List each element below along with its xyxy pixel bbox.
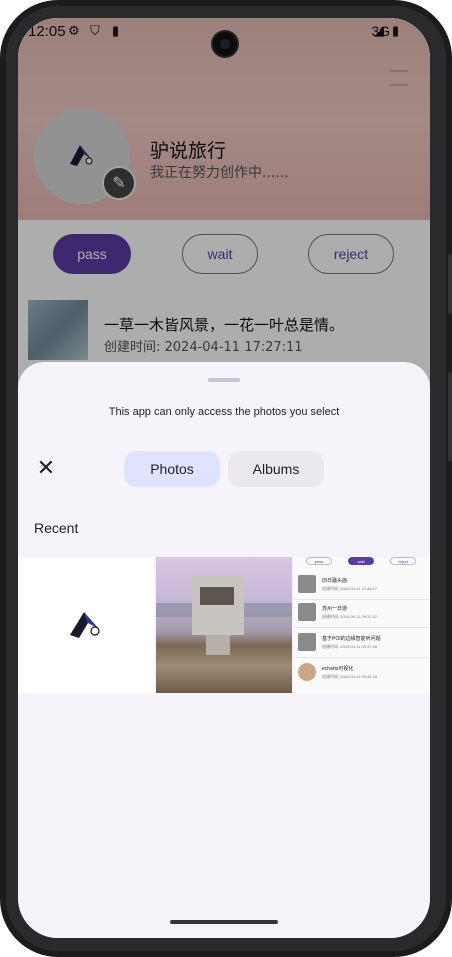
photo-picker-sheet: This app can only access the photos you …	[18, 362, 430, 938]
tower-window-shape	[200, 587, 234, 605]
photo-thumbnail-logo[interactable]	[18, 557, 154, 693]
thumb-row-date: 创建时间: 2024-04-11 13:48:07	[322, 586, 378, 591]
thumb-wait-button: wait	[348, 557, 374, 565]
divider	[294, 599, 430, 600]
thumb-row-image	[298, 633, 316, 651]
thumb-row: 旧日骚头庙 创建时间: 2024-04-11 13:48:07	[298, 575, 426, 599]
thumb-row-image	[298, 663, 316, 681]
drag-handle[interactable]	[208, 378, 240, 382]
thumb-row: 苏州一日游 创建时间: 2024-04-11 09:31:32	[298, 603, 426, 627]
thumb-row-date: 创建时间: 2024-04-11 09:37:45	[322, 644, 378, 649]
photo-thumbnail-tower[interactable]	[156, 557, 292, 693]
thumb-row-title: 基于POI的边缘智能听问题	[322, 636, 381, 642]
tab-photos[interactable]: Photos	[124, 451, 220, 487]
thumb-row-date: 创建时间: 2024-04-11 09:31:32	[322, 614, 378, 619]
thumb-reject-button: reject	[390, 557, 416, 565]
thumb-row-image	[298, 603, 316, 621]
thumb-row: 基于POI的边缘智能听问题 创建时间: 2024-04-11 09:37:45	[298, 633, 426, 657]
section-title: Recent	[34, 520, 79, 536]
screen: ✎ 驴说旅行 我正在努力创作中...... pass wait reject 一…	[18, 18, 430, 938]
thumb-row-title: echarts可视化	[322, 666, 354, 672]
access-notice: This app can only access the photos you …	[108, 406, 340, 418]
tower-shape	[192, 575, 244, 635]
divider	[294, 627, 430, 628]
thumb-row-title: 旧日骚头庙	[322, 578, 348, 584]
thumb-row-date: 创建时间: 2024-04-11 09:44:34	[322, 674, 378, 679]
photo-thumbnail-screenshot[interactable]: pass wait reject 旧日骚头庙 创建时间: 2024-04-11 …	[294, 557, 430, 693]
photo-grid: pass wait reject 旧日骚头庙 创建时间: 2024-04-11 …	[18, 557, 430, 693]
thumb-row-title: 苏州一日游	[322, 606, 348, 612]
close-icon[interactable]: ✕	[36, 457, 56, 479]
thumb-row-image	[298, 575, 316, 593]
app-logo-icon	[70, 612, 100, 638]
thumb-pass-button: pass	[306, 557, 332, 565]
power-button	[448, 372, 452, 462]
home-indicator[interactable]	[170, 920, 278, 924]
volume-button	[448, 254, 452, 314]
tower-base-shape	[206, 635, 230, 655]
thumb-row: echarts可视化 创建时间: 2024-04-11 09:44:34	[298, 663, 426, 687]
divider	[294, 657, 430, 658]
tab-albums[interactable]: Albums	[228, 451, 324, 487]
